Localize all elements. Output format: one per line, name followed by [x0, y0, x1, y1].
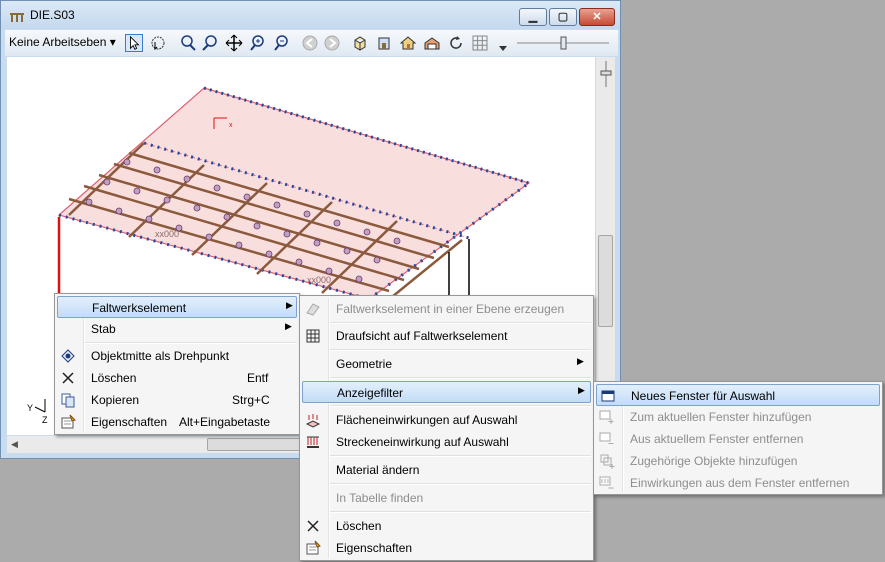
side-view-icon[interactable]: [423, 34, 441, 52]
menu-item-objektmitte[interactable]: Objektmitte als Drehpunkt: [57, 345, 297, 367]
zoom-icon[interactable]: [201, 34, 219, 52]
menu-item-zugehoerige-objekte[interactable]: Zugehörige Objekte hinzufügen: [596, 450, 880, 472]
minimize-icon: ▁: [528, 11, 538, 23]
menu-item-einwirkungen-entfernen[interactable]: Einwirkungen aus dem Fenster entfernen: [596, 472, 880, 494]
toolbar-overflow-icon[interactable]: [499, 44, 507, 52]
menu-item-aus-fenster-entfernen[interactable]: Aus aktuellem Fenster entfernen: [596, 428, 880, 450]
view-slider-icon[interactable]: [599, 61, 613, 87]
delete-x-icon: [307, 520, 319, 532]
menu-item-loeschen-2[interactable]: Löschen: [302, 515, 591, 537]
menu-item-eigenschaften-2[interactable]: Eigenschaften: [302, 537, 591, 559]
menu-item-loeschen[interactable]: Löschen Entf: [57, 367, 297, 389]
vertical-scrollbar[interactable]: [596, 57, 615, 435]
menu-item-neues-fenster[interactable]: Neues Fenster für Auswahl: [596, 384, 880, 406]
svg-text:x: x: [229, 122, 233, 129]
dimension-label-2: xx000: [307, 275, 331, 285]
zoom-slider[interactable]: [513, 36, 613, 50]
zoom-window-icon[interactable]: [179, 34, 197, 52]
submenu-arrow-icon: ▶: [285, 321, 292, 331]
menu-item-flaecheneinwirkungen[interactable]: Flächeneinwirkungen auf Auswahl: [302, 409, 591, 431]
rotate-view-icon[interactable]: [149, 34, 167, 52]
title-bar[interactable]: DIE.S03 ▁ ▢ ✕: [1, 1, 620, 29]
minimize-button[interactable]: ▁: [519, 8, 547, 26]
new-window-icon: [601, 390, 615, 402]
properties-icon: [306, 540, 321, 555]
scroll-left-icon[interactable]: ◀: [11, 439, 18, 450]
menu-item-zum-fenster-hinzufuegen[interactable]: Zum aktuellen Fenster hinzufügen: [596, 406, 880, 428]
menu-item-faltwerk-ebene[interactable]: Faltwerkselement in einer Ebene erzeugen: [302, 298, 591, 320]
redo-view-icon[interactable]: [323, 34, 341, 52]
plane-element-icon: [306, 303, 320, 316]
add-to-window-icon: [599, 410, 614, 424]
axis-z-label: Z: [42, 415, 48, 425]
global-axis-icon: Y Z: [27, 399, 48, 425]
zoom-out-icon[interactable]: [273, 34, 291, 52]
copy-icon: [61, 393, 75, 408]
context-menu: Faltwerkselement ▶ Stab ▶ Objektmitte al…: [54, 293, 300, 435]
maximize-icon: ▢: [557, 11, 569, 23]
layer-combo[interactable]: Keine Arbeitseben ▾: [9, 35, 116, 49]
close-button[interactable]: ✕: [579, 8, 615, 26]
submenu-anzeigefilter: Neues Fenster für Auswahl Zum aktuellen …: [593, 381, 883, 495]
slab-plate: [57, 87, 531, 300]
vertical-scroll-thumb[interactable]: [598, 235, 613, 327]
menu-item-stab[interactable]: Stab ▶: [57, 318, 297, 340]
axis-y-label: Y: [27, 403, 33, 413]
submenu-arrow-icon: ▶: [286, 300, 293, 310]
line-load-icon: [307, 436, 319, 448]
remove-from-window-icon: [599, 432, 614, 444]
menu-item-kopieren[interactable]: Kopieren Strg+C: [57, 389, 297, 411]
area-load-icon: [305, 414, 321, 428]
cube-view-icon[interactable]: [351, 34, 369, 52]
close-icon: ✕: [592, 11, 602, 23]
add-related-icon: [600, 454, 615, 469]
menu-item-faltwerkselement[interactable]: Faltwerkselement ▶: [57, 296, 297, 318]
maximize-button[interactable]: ▢: [549, 8, 577, 26]
menu-item-geometrie[interactable]: Geometrie ▶: [302, 353, 591, 375]
window-title: DIE.S03: [30, 8, 75, 22]
target-icon: [61, 349, 75, 363]
menu-item-material[interactable]: Material ändern: [302, 459, 591, 481]
remove-loads-icon: [599, 476, 614, 489]
properties-icon: [61, 414, 76, 429]
submenu-faltwerkselement: Faltwerkselement in einer Ebene erzeugen…: [299, 295, 594, 561]
refresh-icon[interactable]: [447, 34, 465, 52]
home-view-icon[interactable]: [399, 34, 417, 52]
pan-icon[interactable]: [225, 34, 243, 52]
plan-view-icon: [306, 329, 320, 343]
toolbar: Keine Arbeitseben ▾: [5, 30, 618, 56]
menu-item-streckeneinwirkung[interactable]: Streckeneinwirkung auf Auswahl: [302, 431, 591, 453]
menu-item-tabelle-finden[interactable]: In Tabelle finden: [302, 487, 591, 509]
menu-item-eigenschaften[interactable]: Eigenschaften Alt+Eingabetaste: [57, 411, 297, 433]
delete-x-icon: [62, 372, 74, 384]
pointer-icon[interactable]: [125, 34, 143, 52]
zoom-in-icon[interactable]: [249, 34, 267, 52]
undo-view-icon[interactable]: [301, 34, 319, 52]
grid-icon[interactable]: [471, 34, 489, 52]
menu-item-draufsicht[interactable]: Draufsicht auf Faltwerkselement: [302, 325, 591, 347]
front-view-icon[interactable]: [375, 34, 393, 52]
structure-app-icon: [10, 13, 24, 22]
menu-item-anzeigefilter[interactable]: Anzeigefilter ▶: [302, 381, 591, 403]
submenu-arrow-icon: ▶: [577, 356, 584, 366]
submenu-arrow-icon: ▶: [578, 385, 585, 395]
dimension-label-1: xx000: [155, 229, 179, 239]
